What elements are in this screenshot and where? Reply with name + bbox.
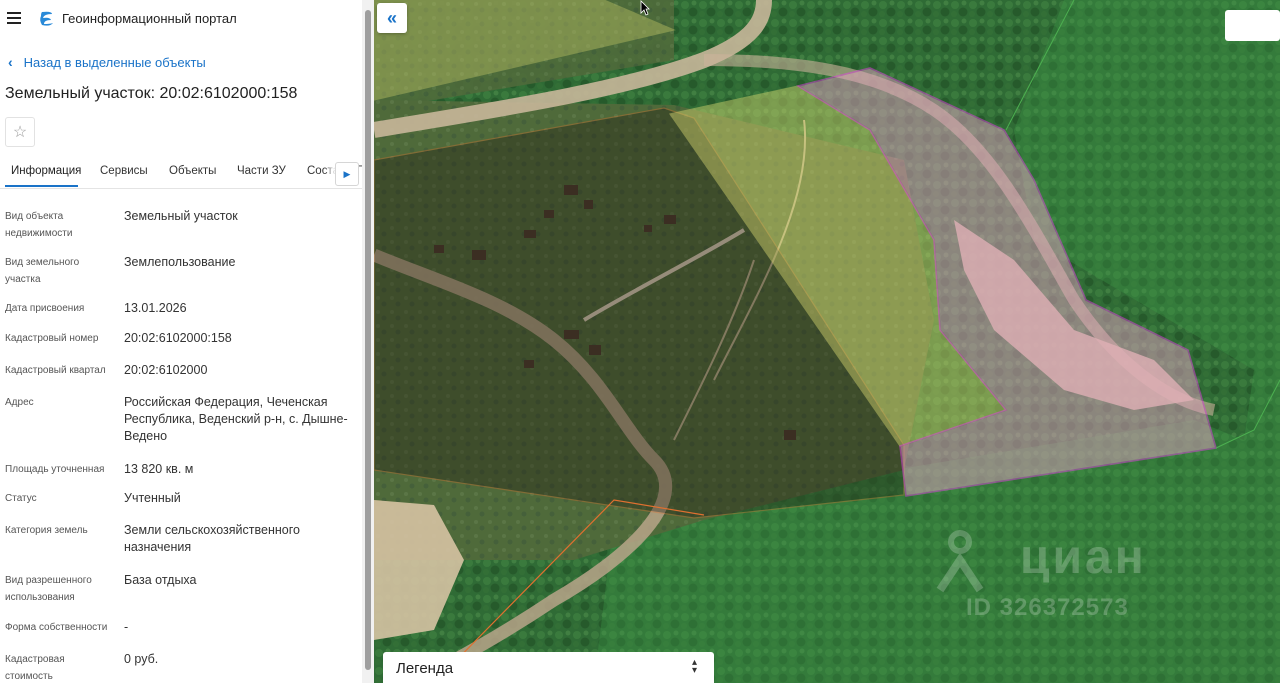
portal-logo-icon [40,11,53,26]
watermark-id: ID 326372573 [966,594,1129,621]
property-value: Земельный участок [124,209,238,223]
hamburger-icon[interactable] [7,12,21,24]
location-pin-icon [936,530,984,593]
tab-scroll-right-button[interactable]: ▶ [335,162,359,186]
info-sidebar: Геоинформационный портал ‹ Назад в выдел… [0,0,362,683]
watermark-logo: циан [1020,531,1147,584]
active-tab-indicator [5,185,78,187]
property-value: 20:02:6102000 [124,363,208,377]
chevron-right-icon: ▶ [343,168,351,179]
property-label: Адрес [5,397,34,408]
property-label: Дата присвоения [5,303,85,314]
chevron-left-icon: ‹ [8,54,13,70]
property-label: Категория земель [5,525,88,536]
property-label: Площадь уточненная [5,464,105,475]
object-title: Земельный участок: 20:02:6102000:158 [5,85,298,102]
tab-bar: Информация Сервисы Объекты Части ЗУ Сост… [0,156,362,189]
tab-parcel-parts[interactable]: Части ЗУ [237,165,286,177]
legend-panel[interactable]: Легенда ▴ ▾ [383,652,714,683]
sidebar-scrollbar-thumb[interactable] [365,10,371,670]
property-label: Статус [5,493,37,504]
favorite-button[interactable]: ☆ [5,117,35,147]
property-value: База отдыха [124,573,197,587]
property-label: Вид разрешенного использования [5,575,92,603]
collapse-sidebar-button[interactable]: « [377,3,407,33]
property-label: Вид земельного участка [5,257,80,285]
tab-objects[interactable]: Объекты [169,165,216,177]
property-value: Землепользование [124,255,236,269]
tab-information[interactable]: Информация [11,165,81,177]
property-value: 13 820 кв. м [124,462,194,476]
app-header: Геоинформационный портал [0,0,362,38]
property-value: Российская Федерация, Чеченская Республи… [124,395,348,443]
property-value: 13.01.2026 [124,301,187,315]
property-value: Учтенный [124,491,181,505]
double-chevron-left-icon: « [386,7,397,28]
property-label: Кадастровый квартал [5,365,106,376]
mouse-cursor-icon [640,0,650,16]
property-value: Земли сельскохозяйственного назначения [124,523,300,554]
tab-services[interactable]: Сервисы [100,165,148,177]
back-to-selection-link[interactable]: ‹ Назад в выделенные объекты [8,54,206,70]
property-label: Кадастровый номер [5,333,99,344]
back-link-label: Назад в выделенные объекты [23,54,206,70]
app-title: Геоинформационный портал [62,11,237,26]
property-value: - [124,620,129,634]
property-label: Кадастровая стоимость [5,654,65,682]
property-value: 0 руб. [124,652,159,666]
property-label: Форма собственности [5,622,108,633]
map-view[interactable]: циан ID 326372573 [374,0,1280,683]
star-icon: ☆ [12,124,28,141]
property-value: 20:02:6102000:158 [124,331,232,345]
map-tool-button[interactable] [1225,10,1280,41]
expand-collapse-icon[interactable]: ▴ ▾ [692,658,697,676]
legend-title: Легенда [396,660,454,677]
watermark: циан ID 326372573 [930,528,1170,628]
property-label: Вид объекта недвижимости [5,211,73,239]
